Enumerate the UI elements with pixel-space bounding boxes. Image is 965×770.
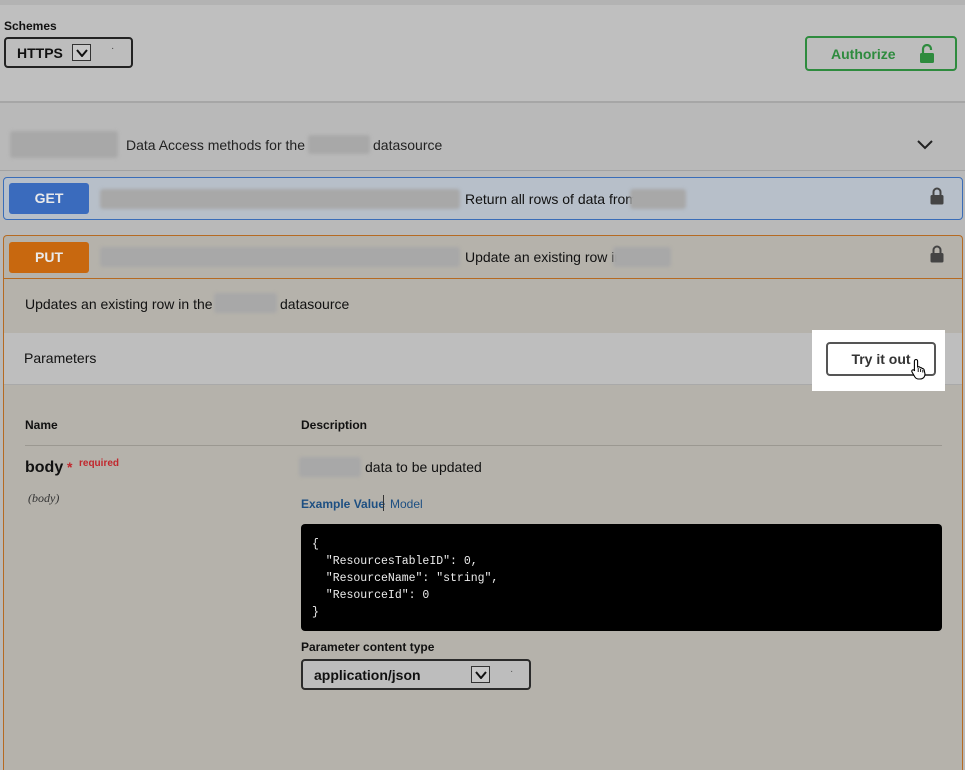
endpoint-path-redacted (100, 189, 460, 209)
operation-get[interactable]: GET Return all rows of data from (3, 177, 963, 220)
tag-description-suffix: datasource (373, 137, 443, 153)
param-name: body (25, 459, 64, 476)
endpoint-path-redacted (100, 247, 460, 267)
chevron-down-icon (72, 44, 91, 61)
tag-name-redacted (10, 131, 118, 158)
schemes-label: Schemes (4, 19, 57, 33)
operation-description-suffix: datasource (280, 296, 350, 312)
datasource-name-redacted (299, 457, 361, 477)
operation-put: PUT Update an existing row in Updates an… (3, 235, 963, 770)
operation-description: Updates an existing row in the (25, 296, 213, 312)
parameters-bar: Parameters Try it out (4, 330, 962, 391)
table-name-redacted (613, 247, 671, 267)
scheme-select[interactable]: HTTPS · (4, 37, 133, 68)
top-edge (0, 0, 965, 5)
chevron-down-icon[interactable] (916, 138, 934, 156)
unlock-icon (919, 43, 935, 69)
lock-icon[interactable] (930, 245, 944, 268)
operation-summary: Return all rows of data from (465, 191, 637, 207)
operation-put-header[interactable]: PUT Update an existing row in (4, 236, 962, 279)
method-badge-put: PUT (9, 242, 89, 273)
tag-header[interactable]: Data Access methods for the datasource (0, 118, 965, 171)
tag-description: Data Access methods for the (126, 137, 305, 153)
column-header-description: Description (301, 418, 368, 432)
param-description: data to be updated (365, 459, 482, 475)
authorize-button[interactable]: Authorize (805, 36, 957, 71)
scheme-value: HTTPS (17, 45, 63, 61)
lock-icon[interactable] (930, 187, 944, 210)
content-type-value: application/json (314, 667, 421, 683)
parameters-title: Parameters (24, 350, 97, 366)
tab-example-value[interactable]: Example Value (301, 497, 385, 511)
example-value-code[interactable]: { "ResourcesTableID": 0, "ResourceName":… (301, 524, 942, 631)
datasource-name-redacted (308, 135, 370, 154)
hand-cursor-icon (911, 358, 927, 385)
divider (25, 445, 942, 446)
select-dot: · (510, 666, 514, 677)
method-badge-get: GET (9, 183, 89, 214)
top-bar: Schemes HTTPS · Authorize (0, 0, 965, 103)
chevron-down-icon (471, 666, 490, 683)
select-dot: · (111, 43, 115, 54)
example-json: { "ResourcesTableID": 0, "ResourceName":… (312, 538, 499, 619)
param-location: (body) (28, 491, 60, 505)
required-star: * (67, 459, 73, 475)
required-label: required (79, 458, 120, 469)
tab-separator (383, 495, 384, 511)
column-header-name: Name (25, 418, 58, 432)
content-type-select[interactable]: application/json · (301, 659, 531, 690)
table-name-redacted (630, 189, 686, 209)
operation-summary: Update an existing row in (465, 249, 623, 265)
try-it-out-highlight: Try it out (812, 330, 945, 391)
tab-model[interactable]: Model (390, 497, 423, 511)
content-type-label: Parameter content type (301, 640, 435, 654)
datasource-name-redacted (214, 293, 277, 313)
authorize-label: Authorize (831, 46, 896, 62)
